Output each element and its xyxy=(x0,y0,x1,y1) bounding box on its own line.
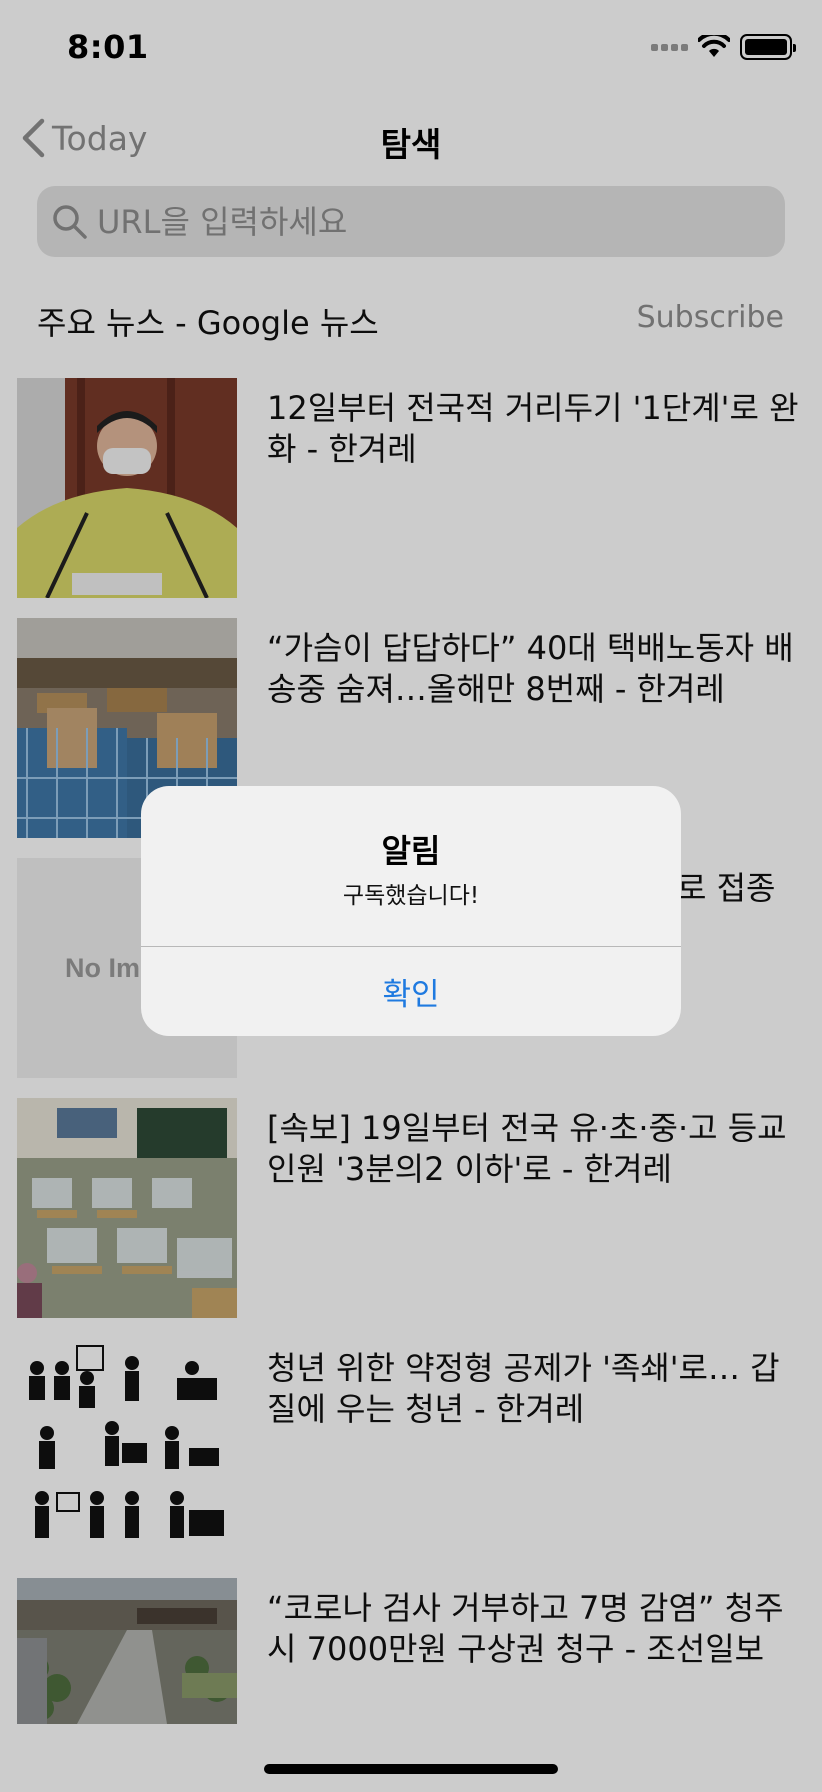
alert-title: 알림 xyxy=(381,832,441,870)
alert-dialog: 알림 구독했습니다! 확인 xyxy=(141,786,681,1036)
home-indicator[interactable] xyxy=(264,1764,558,1774)
app-screen: 8:01 Today 탐색 주요 뉴스 - Google 뉴스 Subscrib… xyxy=(0,0,822,1792)
confirm-button[interactable]: 확인 xyxy=(141,947,681,1036)
alert-message: 구독했습니다! xyxy=(342,883,480,909)
